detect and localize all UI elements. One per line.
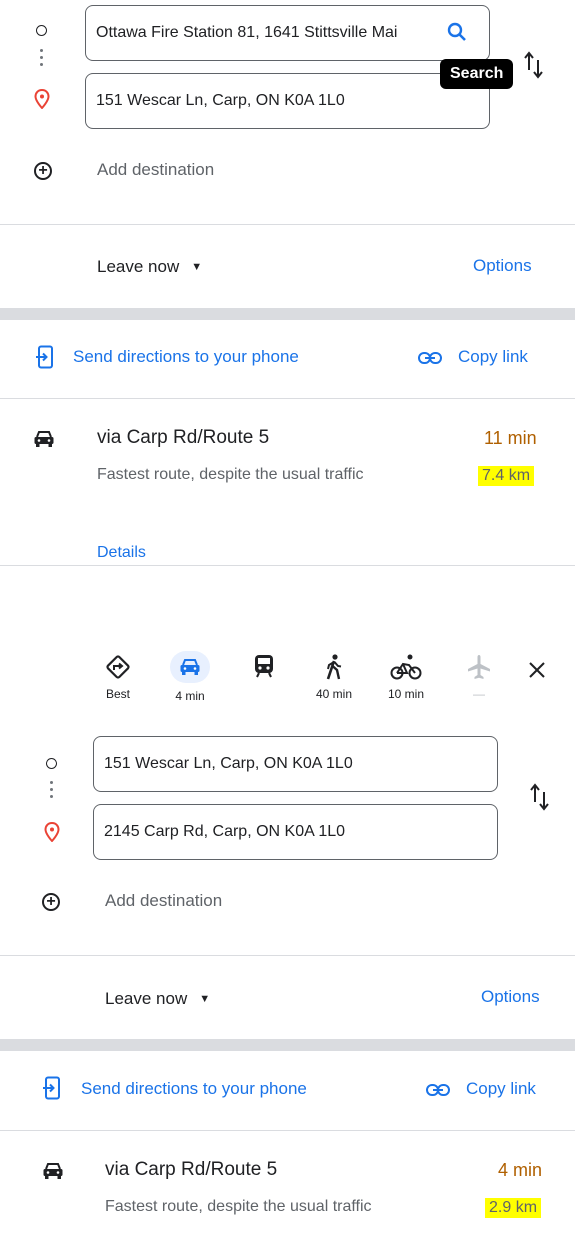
- add-destination-link[interactable]: Add destination: [105, 891, 222, 911]
- destination-input[interactable]: 151 Wescar Ln, Carp, ON K0A 1L0: [85, 73, 490, 129]
- leave-now-label: Leave now: [105, 989, 188, 1008]
- send-directions-link[interactable]: Send directions to your phone: [81, 1079, 307, 1099]
- send-directions-link[interactable]: Send directions to your phone: [73, 347, 299, 367]
- copy-link-button[interactable]: Copy link: [466, 1079, 536, 1099]
- origin-input[interactable]: Ottawa Fire Station 81, 1641 Stittsville…: [85, 5, 490, 61]
- destination-pin-icon: [44, 822, 60, 842]
- chevron-down-icon: ▼: [199, 993, 211, 1005]
- section-separator: [0, 1039, 575, 1051]
- search-tooltip: Search: [440, 59, 514, 89]
- leave-now-dropdown[interactable]: Leave now ▼: [105, 989, 210, 1009]
- copy-link-button[interactable]: Copy link: [458, 347, 528, 367]
- destination-value: 151 Wescar Ln, Carp, ON K0A 1L0: [96, 92, 345, 109]
- chevron-down-icon: ▼: [191, 261, 203, 273]
- origin-dot-icon: [46, 758, 57, 769]
- connector-dots-icon: [40, 49, 43, 70]
- mode-drive[interactable]: 4 min: [160, 651, 220, 703]
- flight-icon: [468, 655, 490, 679]
- swap-icon[interactable]: [522, 50, 546, 80]
- origin-dot-icon: [36, 25, 47, 36]
- options-link[interactable]: Options: [481, 987, 540, 1007]
- details-link[interactable]: Details: [97, 544, 146, 562]
- mode-best[interactable]: Best: [88, 653, 148, 701]
- divider: [0, 398, 575, 399]
- link-icon: [426, 1084, 450, 1096]
- route-title[interactable]: via Carp Rd/Route 5: [105, 1159, 277, 1181]
- mode-label: 10 min: [387, 687, 425, 701]
- add-destination-icon[interactable]: +: [34, 162, 52, 180]
- walk-icon: [326, 654, 342, 680]
- destination-pin-icon: [34, 89, 50, 109]
- route-title[interactable]: via Carp Rd/Route 5: [97, 427, 269, 449]
- leave-now-label: Leave now: [97, 257, 180, 276]
- mode-label: 40 min: [315, 687, 353, 701]
- origin-value: 151 Wescar Ln, Carp, ON K0A 1L0: [104, 755, 353, 772]
- leave-now-dropdown[interactable]: Leave now ▼: [97, 257, 202, 277]
- car-icon: [180, 659, 200, 675]
- mode-flight[interactable]: —: [449, 653, 509, 701]
- connector-dots-icon: [50, 781, 53, 802]
- mode-label: Best: [105, 687, 130, 701]
- destination-input[interactable]: 2145 Carp Rd, Carp, ON K0A 1L0: [93, 804, 498, 860]
- send-to-phone-icon: [43, 1076, 60, 1100]
- car-icon: [43, 1163, 63, 1179]
- divider: [0, 565, 575, 566]
- divider: [0, 955, 575, 956]
- best-route-icon: [106, 655, 130, 679]
- options-link[interactable]: Options: [473, 256, 532, 276]
- bike-icon: [390, 654, 422, 680]
- link-icon: [418, 352, 442, 364]
- mode-label: —: [473, 687, 485, 701]
- send-to-phone-icon: [36, 345, 53, 369]
- add-destination-icon[interactable]: +: [42, 893, 60, 911]
- mode-label: 4 min: [175, 689, 205, 703]
- route-distance: 2.9 km: [485, 1198, 542, 1218]
- route-description: Fastest route, despite the usual traffic: [105, 1198, 372, 1215]
- add-destination-link[interactable]: Add destination: [97, 160, 214, 180]
- swap-icon[interactable]: [528, 782, 552, 812]
- mode-cycle[interactable]: 10 min: [376, 653, 436, 701]
- transit-icon: [255, 655, 273, 678]
- mode-walk[interactable]: 40 min: [304, 653, 364, 701]
- route-description: Fastest route, despite the usual traffic: [97, 466, 364, 483]
- section-separator: [0, 308, 575, 320]
- search-icon[interactable]: [447, 22, 467, 42]
- origin-value: Ottawa Fire Station 81, 1641 Stittsville…: [96, 24, 398, 41]
- origin-input[interactable]: 151 Wescar Ln, Carp, ON K0A 1L0: [93, 736, 498, 792]
- route-distance: 7.4 km: [478, 466, 535, 486]
- mode-transit[interactable]: [234, 653, 294, 699]
- divider: [0, 224, 575, 225]
- route-duration: 11 min: [484, 428, 537, 448]
- destination-value: 2145 Carp Rd, Carp, ON K0A 1L0: [104, 823, 346, 840]
- route-duration: 4 min: [498, 1160, 543, 1180]
- close-icon[interactable]: [528, 661, 546, 679]
- divider: [0, 1130, 575, 1131]
- car-icon: [34, 431, 54, 447]
